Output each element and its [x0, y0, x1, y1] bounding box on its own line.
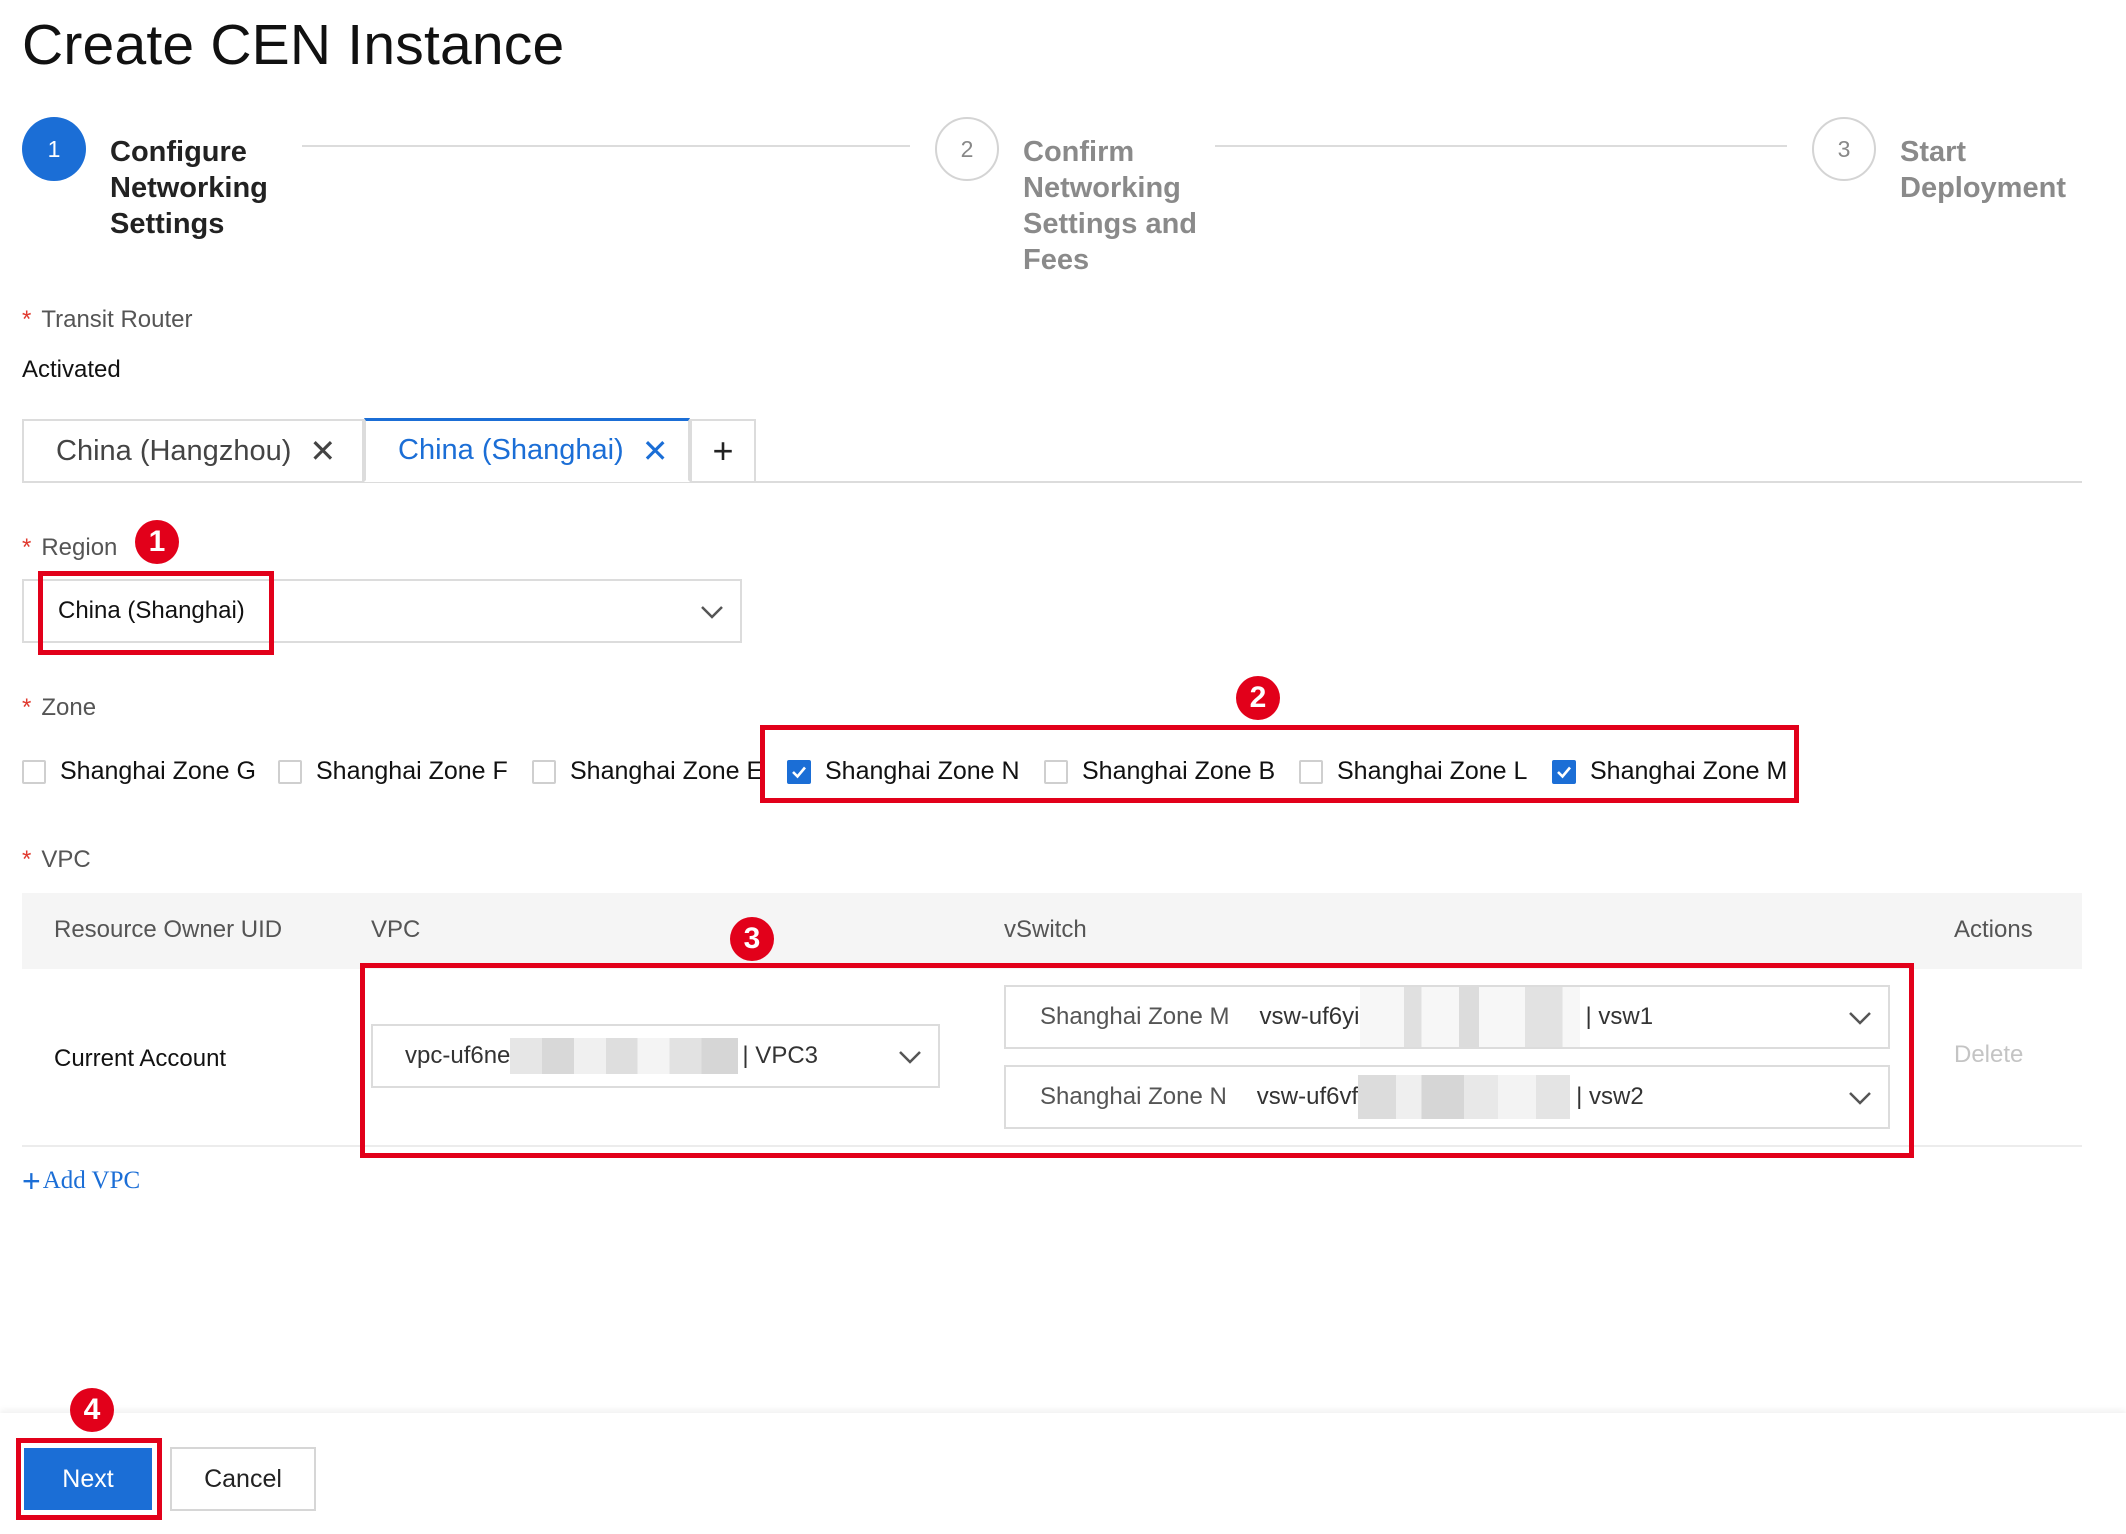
- vpc-label: * VPC: [22, 846, 91, 874]
- resource-owner-value: Current Account: [54, 1045, 227, 1072]
- annotation-badge-1: 1: [135, 520, 179, 564]
- zone-option-label: Shanghai Zone F: [316, 757, 508, 785]
- annotation-highlight-vpc: [360, 963, 1914, 1158]
- checkbox-box[interactable]: [532, 759, 556, 784]
- zone-label-text: Zone: [41, 694, 97, 721]
- add-tab-button[interactable]: +: [690, 419, 756, 483]
- step-1-title: Configure Networking Settings: [110, 136, 268, 240]
- region-label: * Region: [22, 534, 117, 562]
- required-mark: *: [22, 846, 32, 873]
- add-vpc-label: Add VPC: [42, 1167, 141, 1194]
- annotation-badge-4: 4: [70, 1388, 114, 1432]
- transit-router-status: Activated: [22, 356, 121, 383]
- close-icon[interactable]: ✕: [642, 432, 669, 470]
- chevron-down-icon: [700, 601, 723, 623]
- zone-option-label: Shanghai Zone G: [60, 757, 256, 785]
- tab-china-shanghai[interactable]: China (Shanghai) ✕: [364, 418, 690, 482]
- annotation-badge-3: 3: [730, 917, 774, 961]
- step-2-indicator: 2: [935, 117, 999, 181]
- column-header-owner: Resource Owner UID: [54, 916, 283, 943]
- zone-label: * Zone: [22, 694, 96, 722]
- tab-china-hangzhou[interactable]: China (Hangzhou) ✕: [22, 419, 364, 483]
- annotation-highlight-zones: [760, 725, 1799, 803]
- delete-action-link[interactable]: Delete: [1954, 1041, 2023, 1069]
- step-2-title: Confirm Networking Settings and Fees: [1023, 136, 1198, 276]
- vpc-label-text: VPC: [41, 846, 91, 873]
- tab-label: China (Shanghai): [398, 434, 624, 466]
- close-icon[interactable]: ✕: [309, 432, 336, 470]
- plus-icon: +: [712, 430, 734, 471]
- region-label-text: Region: [41, 534, 118, 561]
- required-mark: *: [22, 306, 32, 333]
- required-mark: *: [22, 694, 32, 721]
- add-vpc-button[interactable]: + Add VPC: [22, 1163, 141, 1199]
- zone-checkbox-g[interactable]: Shanghai Zone G: [22, 757, 256, 786]
- column-header-vswitch: vSwitch: [1004, 916, 1087, 943]
- column-header-vpc: VPC: [371, 916, 421, 943]
- plus-icon: +: [22, 1163, 41, 1199]
- checkbox-box[interactable]: [278, 759, 302, 784]
- cancel-button[interactable]: Cancel: [170, 1447, 316, 1511]
- step-3-number: 3: [1837, 135, 1851, 162]
- step-2-number: 2: [960, 135, 974, 162]
- step-1-indicator: 1: [22, 117, 86, 181]
- step-3-indicator: 3: [1812, 117, 1876, 181]
- footer-bar: [0, 1413, 2126, 1534]
- page-title: Create CEN Instance: [22, 13, 565, 77]
- step-connector: [302, 145, 910, 147]
- zone-checkbox-f[interactable]: Shanghai Zone F: [278, 757, 508, 786]
- tab-label: China (Hangzhou): [56, 434, 292, 467]
- transit-router-label-text: Transit Router: [41, 306, 193, 333]
- step-3-title: Start Deployment: [1900, 136, 2066, 204]
- required-mark: *: [22, 534, 32, 561]
- annotation-highlight-next: [16, 1438, 162, 1520]
- annotation-badge-2: 2: [1236, 676, 1280, 720]
- step-1-number: 1: [47, 135, 61, 162]
- zone-checkbox-e[interactable]: Shanghai Zone E: [532, 757, 763, 786]
- step-connector: [1215, 145, 1787, 147]
- annotation-highlight-region: [38, 571, 274, 655]
- zone-option-label: Shanghai Zone E: [570, 757, 764, 785]
- column-header-actions: Actions: [1954, 916, 2033, 943]
- transit-router-label: * Transit Router: [22, 306, 193, 334]
- checkbox-box[interactable]: [22, 759, 46, 784]
